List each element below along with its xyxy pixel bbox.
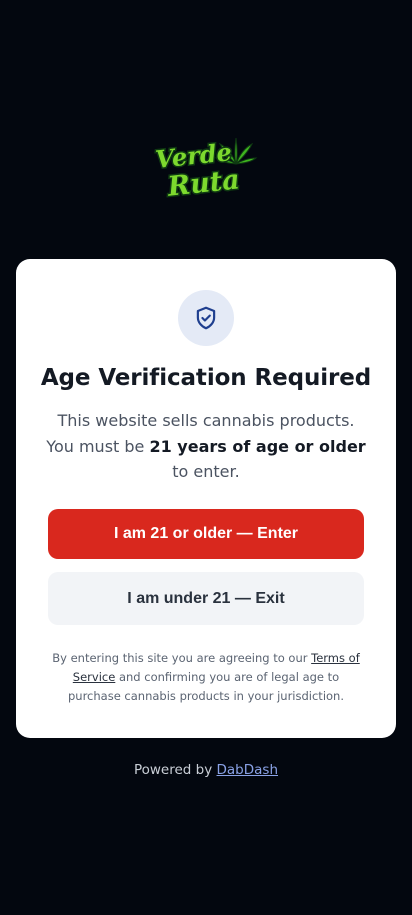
- age-verification-card: Age Verification Required This website s…: [16, 259, 396, 738]
- card-description: This website sells cannabis products. Yo…: [46, 411, 366, 481]
- exit-button[interactable]: I am under 21 — Exit: [48, 572, 364, 625]
- age-gate-page: Verde Ruta Age Verification Required Thi…: [0, 0, 412, 915]
- powered-by: Powered by DabDash: [133, 762, 279, 778]
- verde-ruta-logo: Verde Ruta: [154, 136, 258, 204]
- svg-text:Ruta: Ruta: [165, 164, 241, 202]
- enter-button[interactable]: I am 21 or older — Enter: [48, 509, 364, 559]
- shield-badge: [178, 290, 234, 346]
- card-title: Age Verification Required: [40, 365, 372, 391]
- dabdash-link[interactable]: DabDash: [217, 762, 279, 778]
- shield-check-icon: [196, 306, 216, 330]
- fine-print: By entering this site you are agreeing t…: [52, 651, 360, 703]
- age-requirement: 21 years of age or older: [149, 436, 366, 456]
